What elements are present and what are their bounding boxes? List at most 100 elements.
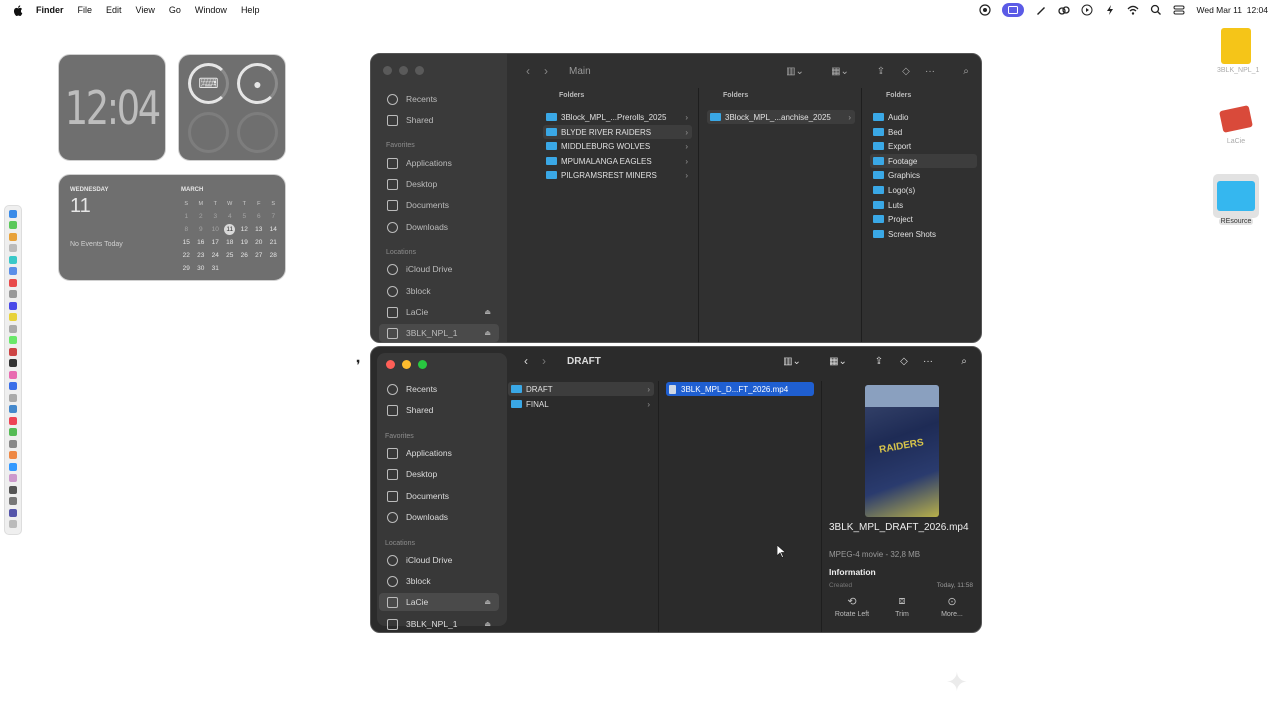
- sidebar-item-3block[interactable]: 3block: [379, 572, 499, 590]
- clock-widget[interactable]: 12:04: [58, 54, 166, 161]
- sidebar-item-3block[interactable]: 3block: [379, 282, 499, 300]
- sidebar-item-3blk-npl[interactable]: 3BLK_NPL_1 ⏏: [379, 615, 499, 632]
- sidebar-item-icloud[interactable]: iCloud Drive: [379, 551, 499, 569]
- dock-app-icon[interactable]: [9, 485, 17, 494]
- creative-cloud-icon[interactable]: [1058, 4, 1071, 16]
- battery-charging-icon[interactable]: [1104, 4, 1116, 16]
- menu-help[interactable]: Help: [241, 5, 260, 15]
- sidebar-item-applications[interactable]: Applications: [379, 444, 499, 462]
- video-thumbnail[interactable]: RAIDERS: [865, 385, 939, 517]
- menu-file[interactable]: File: [78, 5, 93, 15]
- desktop-drive-icon[interactable]: 3BLK_NPL_1: [1217, 28, 1259, 74]
- tag-icon[interactable]: ◇: [896, 353, 912, 369]
- dock-app-icon[interactable]: [9, 370, 17, 379]
- folder-row[interactable]: Luts: [870, 198, 977, 212]
- folder-row[interactable]: Footage: [870, 154, 977, 168]
- folder-row[interactable]: FINAL ›: [508, 397, 654, 411]
- eject-icon[interactable]: ⏏: [484, 308, 491, 316]
- eject-icon[interactable]: ⏏: [484, 598, 491, 606]
- menu-edit[interactable]: Edit: [106, 5, 122, 15]
- menu-go[interactable]: Go: [169, 5, 181, 15]
- more-icon[interactable]: ···: [922, 63, 938, 79]
- sidebar-item-desktop[interactable]: Desktop: [379, 175, 499, 193]
- close-button[interactable]: [383, 66, 392, 75]
- search-icon[interactable]: [1150, 4, 1162, 16]
- dock-app-icon[interactable]: [9, 209, 17, 218]
- dock-app-icon[interactable]: [9, 462, 17, 471]
- folder-row[interactable]: Screen Shots: [870, 227, 977, 241]
- folder-row[interactable]: Logo(s): [870, 183, 977, 197]
- batteries-widget[interactable]: ⌨ ●: [178, 54, 286, 161]
- dock-app-icon[interactable]: [9, 520, 17, 528]
- folder-row[interactable]: Graphics: [870, 168, 977, 182]
- zoom-button[interactable]: [415, 66, 424, 75]
- sidebar-item-shared[interactable]: Shared: [379, 111, 499, 129]
- forward-arrow-icon[interactable]: ›: [537, 64, 555, 78]
- folder-row[interactable]: DRAFT ›: [508, 382, 654, 396]
- finder-window-draft[interactable]: Recents Shared Favorites Applications De…: [370, 346, 982, 633]
- sidebar-item-downloads[interactable]: Downloads: [379, 508, 499, 526]
- dock-app-icon[interactable]: [9, 416, 17, 425]
- desktop-lacie-icon[interactable]: LaCie: [1217, 105, 1255, 145]
- folder-row[interactable]: MPUMALANGA EAGLES ›: [543, 154, 692, 168]
- more-button[interactable]: ⊙ More...: [927, 595, 977, 618]
- play-icon[interactable]: [1081, 4, 1093, 16]
- sidebar-item-recents[interactable]: Recents: [379, 380, 499, 398]
- search-icon[interactable]: ⌕: [956, 353, 972, 369]
- dock-app-icon[interactable]: [9, 221, 17, 229]
- dock-app-icon[interactable]: [9, 301, 17, 310]
- folder-row[interactable]: Project: [870, 212, 977, 226]
- sidebar-item-recents[interactable]: Recents: [379, 90, 499, 108]
- dock-app-icon[interactable]: [9, 393, 17, 402]
- share-icon[interactable]: ⇪: [871, 353, 887, 369]
- pen-icon[interactable]: [1035, 4, 1047, 16]
- screen-recording-icon[interactable]: [1002, 3, 1025, 17]
- back-arrow-icon[interactable]: ‹: [517, 354, 535, 368]
- dock-app-icon[interactable]: [9, 497, 17, 505]
- rotate-left-button[interactable]: ⟲ Rotate Left: [827, 595, 877, 618]
- menu-finder[interactable]: Finder: [36, 5, 64, 15]
- folder-row[interactable]: PILGRAMSREST MINERS ›: [543, 168, 692, 182]
- sidebar-item-lacie[interactable]: LaCie ⏏: [379, 303, 499, 321]
- dock-app-icon[interactable]: [9, 232, 17, 241]
- sidebar-item-documents[interactable]: Documents: [379, 196, 499, 214]
- sidebar-item-documents[interactable]: Documents: [379, 487, 499, 505]
- dock-app-icon[interactable]: [9, 405, 17, 413]
- sidebar-item-desktop[interactable]: Desktop: [379, 465, 499, 483]
- dock-app-icon[interactable]: [9, 451, 17, 459]
- zoom-button[interactable]: [418, 360, 427, 369]
- forward-arrow-icon[interactable]: ›: [535, 354, 553, 368]
- sidebar-item-applications[interactable]: Applications: [379, 154, 499, 172]
- folder-row[interactable]: MIDDLEBURG WOLVES ›: [543, 139, 692, 153]
- dock-app-icon[interactable]: [9, 382, 17, 390]
- more-icon[interactable]: ···: [920, 353, 936, 369]
- eject-icon[interactable]: ⏏: [484, 329, 491, 337]
- control-center-icon[interactable]: [1173, 4, 1185, 16]
- minimize-button[interactable]: [399, 66, 408, 75]
- minimize-button[interactable]: [402, 360, 411, 369]
- close-button[interactable]: [386, 360, 395, 369]
- wifi-icon[interactable]: [1127, 4, 1139, 16]
- view-columns-icon[interactable]: ▥⌄: [782, 63, 808, 79]
- view-columns-icon[interactable]: ▥⌄: [779, 353, 805, 369]
- folder-row[interactable]: Export: [870, 139, 977, 153]
- trim-button[interactable]: ⧈ Trim: [877, 595, 927, 618]
- dock-app-icon[interactable]: [9, 324, 17, 333]
- sidebar-item-shared[interactable]: Shared: [379, 401, 499, 419]
- search-icon[interactable]: ⌕: [958, 63, 974, 79]
- dock-app-icon[interactable]: [9, 474, 17, 482]
- sidebar-item-downloads[interactable]: Downloads: [379, 218, 499, 236]
- group-icon[interactable]: ▦⌄: [827, 63, 853, 79]
- dock-app-icon[interactable]: [9, 439, 17, 448]
- dock-app-icon[interactable]: [9, 267, 17, 275]
- folder-row[interactable]: 3Block_MPL_...Prerolls_2025 ›: [543, 110, 692, 124]
- dock-app-icon[interactable]: [9, 244, 17, 252]
- desktop-resource-folder[interactable]: REsource: [1212, 174, 1260, 225]
- finder-window-main[interactable]: Recents Shared Favorites Applications De…: [370, 53, 982, 343]
- folder-row[interactable]: Audio: [870, 110, 977, 124]
- screen-share-icon[interactable]: [979, 4, 992, 16]
- group-icon[interactable]: ▦⌄: [825, 353, 851, 369]
- sidebar-item-lacie[interactable]: LaCie ⏏: [379, 593, 499, 611]
- dock-app-icon[interactable]: [9, 347, 17, 356]
- dock-app-icon[interactable]: [9, 359, 17, 367]
